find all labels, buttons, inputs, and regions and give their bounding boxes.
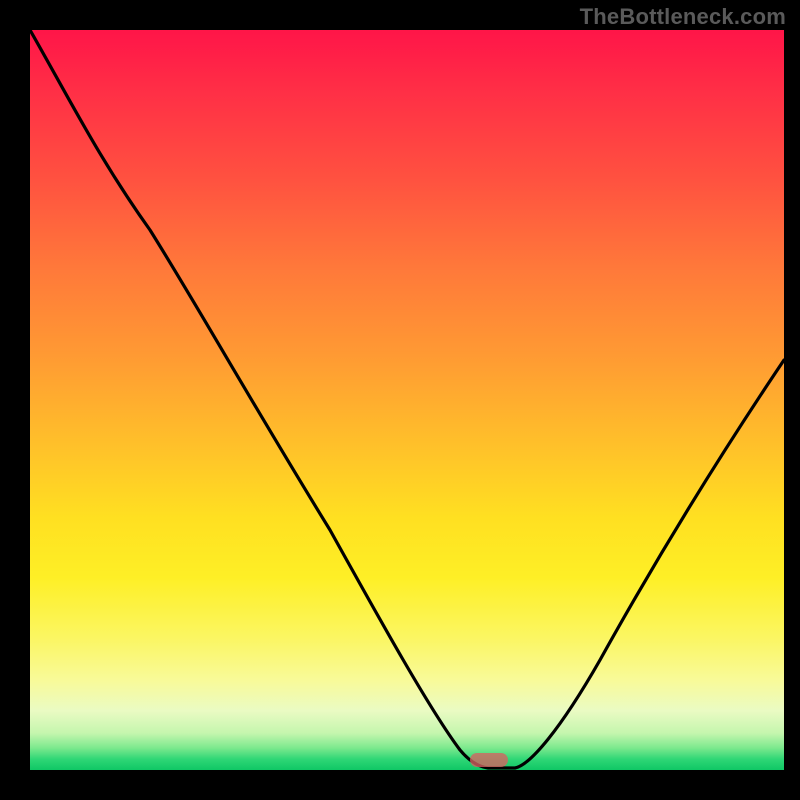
- plot-area: [30, 30, 784, 770]
- chart-container: TheBottleneck.com: [0, 0, 800, 800]
- watermark-text: TheBottleneck.com: [580, 4, 786, 30]
- optimal-marker: [470, 753, 508, 767]
- mismatch-curve-path: [30, 30, 784, 768]
- line-series: [30, 30, 784, 770]
